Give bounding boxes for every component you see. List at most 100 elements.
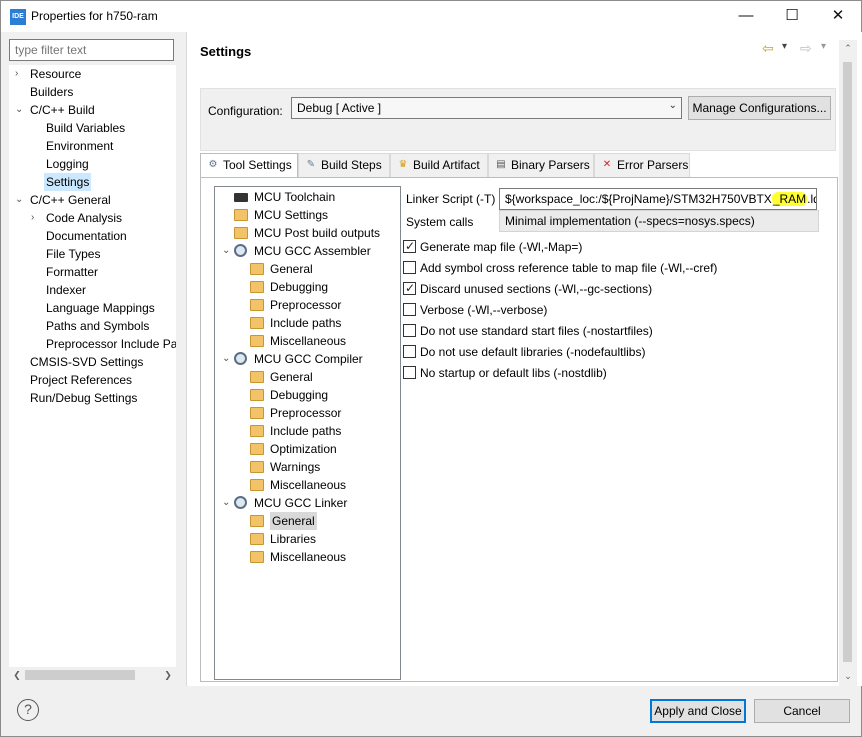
sidebar-item[interactable]: File Types: [9, 245, 176, 263]
help-icon[interactable]: ?: [17, 699, 39, 721]
option-label: Verbose (-Wl,--verbose): [420, 303, 548, 317]
sidebar-item-label: Project References: [30, 373, 133, 387]
tool-tree-item[interactable]: Miscellaneous: [215, 548, 400, 566]
filter-input[interactable]: [9, 39, 174, 61]
folder-icon: [250, 263, 264, 275]
back-arrow-icon[interactable]: ⇦: [762, 40, 774, 57]
tool-tree-item[interactable]: Miscellaneous: [215, 332, 400, 350]
sidebar-item[interactable]: Documentation: [9, 227, 176, 245]
option-checkbox[interactable]: [403, 280, 416, 296]
sidebar-item[interactable]: CMSIS-SVD Settings: [9, 353, 176, 371]
sidebar-item[interactable]: Indexer: [9, 281, 176, 299]
sidebar-item-label: Logging: [46, 157, 89, 171]
settings-vertical-scrollbar[interactable]: ⌃ ⌄: [839, 40, 857, 686]
tool-tree-item[interactable]: General: [215, 260, 400, 278]
sidebar-item-label: Formatter: [46, 265, 99, 279]
tool-tree-item[interactable]: Include paths: [215, 314, 400, 332]
chevron-right-icon[interactable]: ›: [31, 209, 41, 227]
tab-build-steps[interactable]: ✎ Build Steps: [298, 153, 390, 177]
tab-error-parsers[interactable]: ✕ Error Parsers: [594, 153, 690, 177]
sidebar-item[interactable]: Preprocessor Include Pat: [9, 335, 176, 353]
sidebar-item[interactable]: › Resource: [9, 65, 176, 83]
minimize-button[interactable]: —: [723, 1, 769, 32]
tab-build-artifact[interactable]: ♛ Build Artifact: [390, 153, 488, 177]
tool-tree-label: Debugging: [270, 280, 329, 294]
apply-and-close-button[interactable]: Apply and Close: [650, 699, 746, 723]
scroll-up-arrow-icon[interactable]: ⌃: [840, 40, 856, 56]
scrollbar-thumb[interactable]: [843, 62, 852, 662]
forward-menu-icon[interactable]: ▾: [821, 41, 826, 52]
scroll-left-arrow-icon[interactable]: ❮: [9, 667, 25, 683]
maximize-button[interactable]: ☐: [769, 1, 815, 32]
sidebar-item[interactable]: Builders: [9, 83, 176, 101]
folder-icon: [250, 407, 264, 419]
sidebar-item[interactable]: › Code Analysis: [9, 209, 176, 227]
sidebar-item[interactable]: ⌄ C/C++ Build: [9, 101, 176, 119]
scroll-down-arrow-icon[interactable]: ⌄: [840, 668, 856, 684]
sidebar-item-label: Builders: [30, 85, 74, 99]
sidebar-item-label: Environment: [46, 139, 114, 153]
option-checkbox[interactable]: [403, 366, 416, 379]
tab-label: Build Artifact: [413, 158, 480, 172]
manage-configurations-button[interactable]: Manage Configurations...: [688, 96, 831, 120]
sidebar-item[interactable]: Project References: [9, 371, 176, 389]
folder-icon: [250, 299, 264, 311]
option-checkbox[interactable]: [403, 345, 416, 358]
configuration-select[interactable]: Debug [ Active ] ⌄: [291, 97, 682, 119]
property-page-tree: › Resource Builders ⌄ C/C++ Build Build Varia…: [9, 65, 176, 667]
chevron-down-icon[interactable]: ⌄: [222, 494, 232, 512]
option-checkbox[interactable]: [403, 324, 416, 337]
tool-tree-item[interactable]: General: [215, 512, 400, 530]
chevron-down-icon[interactable]: ⌄: [222, 350, 232, 368]
sidebar-item[interactable]: Paths and Symbols: [9, 317, 176, 335]
tool-tree-item[interactable]: ⌄ MCU GCC Compiler: [215, 350, 400, 368]
chevron-down-icon[interactable]: ⌄: [222, 242, 232, 260]
sidebar-item[interactable]: Environment: [9, 137, 176, 155]
sidebar-item[interactable]: ⌄ C/C++ General: [9, 191, 176, 209]
option-label: Do not use default libraries (-nodefault…: [420, 345, 646, 359]
system-calls-select[interactable]: Minimal implementation (--specs=nosys.sp…: [499, 210, 819, 232]
tool-tree-item[interactable]: Preprocessor: [215, 404, 400, 422]
tool-tree-item[interactable]: Debugging: [215, 278, 400, 296]
option-checkbox[interactable]: [403, 303, 416, 316]
tool-tree-item[interactable]: Preprocessor: [215, 296, 400, 314]
tool-tree-item[interactable]: ⌄ MCU GCC Linker: [215, 494, 400, 512]
tool-tree-item[interactable]: Optimization: [215, 440, 400, 458]
tool-tree-item[interactable]: Include paths: [215, 422, 400, 440]
sidebar-item-label: Resource: [30, 67, 82, 81]
option-checkbox[interactable]: [403, 238, 416, 254]
option-label: Do not use standard start files (-nostar…: [420, 324, 653, 338]
tool-tree-item[interactable]: Miscellaneous: [215, 476, 400, 494]
tool-tree-item[interactable]: General: [215, 368, 400, 386]
sidebar-item[interactable]: Settings: [9, 173, 176, 191]
tool-tree-item[interactable]: Debugging: [215, 386, 400, 404]
back-menu-icon[interactable]: ▾: [782, 41, 787, 52]
tab-binary-parsers[interactable]: ▤ Binary Parsers: [488, 153, 594, 177]
sidebar-item-label: Indexer: [46, 283, 87, 297]
scrollbar-thumb[interactable]: [25, 670, 135, 680]
left-tree-horizontal-scrollbar[interactable]: ❮ ❯: [9, 667, 176, 683]
forward-arrow-icon[interactable]: ⇨: [800, 40, 812, 57]
sidebar-item[interactable]: Build Variables: [9, 119, 176, 137]
sidebar-item[interactable]: Run/Debug Settings: [9, 389, 176, 407]
sidebar-item-label: Build Variables: [46, 121, 126, 135]
sidebar-item[interactable]: Language Mappings: [9, 299, 176, 317]
cancel-button[interactable]: Cancel: [754, 699, 850, 723]
chevron-right-icon[interactable]: ›: [15, 65, 25, 83]
option-checkbox[interactable]: [403, 261, 416, 274]
linker-script-input[interactable]: ${workspace_loc:/${ProjName}/STM32H750VB…: [499, 188, 817, 210]
sidebar-item[interactable]: Formatter: [9, 263, 176, 281]
sidebar-item-label: Settings: [44, 173, 92, 191]
tool-tree-item[interactable]: MCU Post build outputs: [215, 224, 400, 242]
tab-tool-settings[interactable]: ⚙ Tool Settings: [200, 153, 298, 178]
tool-tree-item[interactable]: Warnings: [215, 458, 400, 476]
close-button[interactable]: ✕: [815, 1, 861, 32]
chevron-down-icon[interactable]: ⌄: [15, 101, 25, 119]
tool-tree-item[interactable]: Libraries: [215, 530, 400, 548]
sidebar-item[interactable]: Logging: [9, 155, 176, 173]
tool-tree-item[interactable]: MCU Toolchain: [215, 188, 400, 206]
chevron-down-icon[interactable]: ⌄: [15, 191, 25, 209]
tool-tree-item[interactable]: MCU Settings: [215, 206, 400, 224]
scroll-right-arrow-icon[interactable]: ❯: [160, 667, 176, 683]
tool-tree-item[interactable]: ⌄ MCU GCC Assembler: [215, 242, 400, 260]
